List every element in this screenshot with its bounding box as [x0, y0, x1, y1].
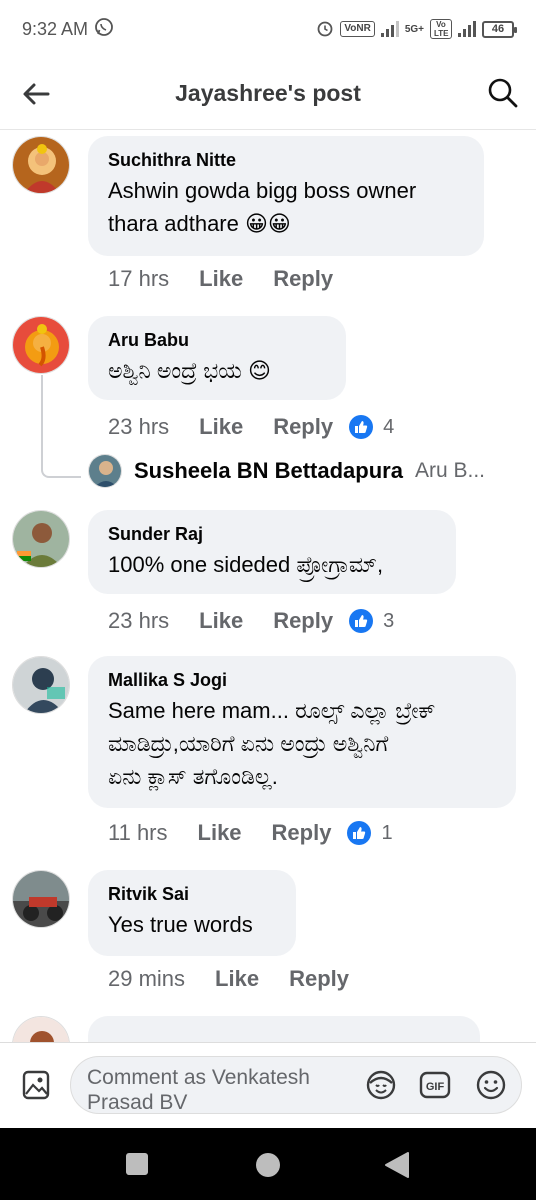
comment-bubble[interactable]: Mallika S Jogi Same here mam... ರೂಲ್ಸ್ ಎ… — [88, 656, 516, 808]
comment-actions: 29 mins Like Reply — [108, 966, 379, 992]
comment-bubble[interactable] — [88, 1016, 480, 1042]
comment-bubble[interactable]: Ritvik Sai Yes true words — [88, 870, 296, 956]
photo-icon — [22, 1070, 50, 1100]
emoji-button[interactable] — [473, 1067, 509, 1103]
like-button[interactable]: Like — [198, 820, 242, 846]
avatar-sticker-button[interactable] — [363, 1067, 399, 1103]
emoji-icon — [476, 1070, 506, 1100]
avatar-sticker-icon — [366, 1070, 396, 1100]
avatar[interactable] — [12, 1016, 70, 1042]
reaction-count: 1 — [381, 821, 393, 844]
avatar[interactable] — [12, 656, 70, 714]
status-time: 9:32 AM — [22, 18, 89, 39]
app-header: Jayashree's post — [0, 58, 536, 130]
page-title: Jayashree's post — [175, 80, 361, 106]
comment-time[interactable]: 23 hrs — [108, 608, 169, 634]
avatar[interactable] — [12, 316, 70, 374]
back-triangle-icon — [385, 1152, 409, 1178]
volte-badge: Vo LTE — [430, 19, 452, 39]
comment-text: Same here mam... ರೂಲ್ಸ್ ಎಲ್ಲಾ ಬ್ರೇಕ್ ಮಾಡ… — [108, 698, 436, 789]
comment-bubble[interactable]: Suchithra Nitte Ashwin gowda bigg boss o… — [88, 136, 484, 256]
recents-icon — [126, 1153, 148, 1175]
avatar[interactable] — [12, 136, 70, 194]
comment-actions: 17 hrs Like Reply — [108, 266, 363, 292]
reaction-summary[interactable]: 4 — [349, 415, 394, 439]
svg-text:GIF: GIF — [426, 1081, 445, 1093]
comment-time[interactable]: 11 hrs — [108, 820, 168, 846]
comment-actions: 23 hrs Like Reply 4 — [108, 414, 394, 440]
reply-button[interactable]: Reply — [273, 266, 333, 292]
like-button[interactable]: Like — [199, 608, 243, 634]
status-bar: 9:32 AM VoNR 5G+ Vo LTE 46 — [0, 0, 536, 58]
reply-author: Susheela BN Bettadapura — [134, 458, 403, 483]
thumbs-up-icon — [349, 609, 374, 633]
network-type: 5G+ — [404, 23, 424, 35]
comment-text: 100% one sideded ಪ್ರೋಗ್ರಾಮ್, — [108, 552, 384, 577]
reply-text: Aru B... — [414, 459, 485, 482]
system-nav-bar — [0, 1128, 536, 1200]
comments-list: Suchithra Nitte Ashwin gowda bigg boss o… — [0, 130, 536, 1042]
comment-input[interactable]: Comment as Venkatesh Prasad BV GIF — [70, 1056, 522, 1114]
battery-icon: 46 — [482, 20, 517, 38]
home-button[interactable] — [254, 1151, 282, 1179]
comment-time[interactable]: 29 mins — [108, 966, 185, 992]
comment-bubble[interactable]: Sunder Raj 100% one sideded ಪ್ರೋಗ್ರಾಮ್, — [88, 510, 456, 594]
reaction-summary[interactable]: 3 — [349, 609, 394, 633]
comment-text: ಅಶ್ವಿನಿ ಅಂದ್ರೆ ಭಯ 😊 — [108, 358, 271, 383]
recents-button[interactable] — [124, 1151, 150, 1177]
thread-connector — [41, 375, 81, 478]
comment-author[interactable]: Mallika S Jogi — [108, 668, 496, 692]
vonr-badge: VoNR — [340, 21, 375, 37]
reaction-summary[interactable]: 1 — [347, 821, 393, 845]
reaction-count: 4 — [383, 415, 395, 438]
comment-author[interactable]: Sunder Raj — [108, 522, 436, 546]
avatar — [88, 454, 122, 488]
comment-author[interactable]: Ritvik Sai — [108, 882, 276, 906]
signal-icon — [380, 21, 399, 37]
reply-button[interactable]: Reply — [273, 608, 333, 634]
avatar[interactable] — [12, 510, 70, 568]
gif-icon: GIF — [419, 1071, 451, 1099]
comment-bubble[interactable]: Aru Babu ಅಶ್ವಿನಿ ಅಂದ್ರೆ ಭಯ 😊 — [88, 316, 346, 400]
reply-button[interactable]: Reply — [289, 966, 349, 992]
comment-time[interactable]: 17 hrs — [108, 266, 169, 292]
comment-time[interactable]: 23 hrs — [108, 414, 169, 440]
alarm-icon — [316, 19, 334, 40]
back-arrow-icon — [23, 83, 50, 105]
comment-text: Yes true words — [108, 912, 253, 937]
like-button[interactable]: Like — [215, 966, 259, 992]
comment-placeholder: Comment as Venkatesh Prasad BV — [87, 1066, 310, 1113]
search-button[interactable] — [484, 74, 522, 112]
comment-actions: 23 hrs Like Reply 3 — [108, 608, 394, 634]
reply-button[interactable]: Reply — [272, 820, 332, 846]
signal-icon-2 — [458, 21, 476, 37]
reaction-count: 3 — [383, 609, 395, 632]
comment-composer: Comment as Venkatesh Prasad BV GIF — [0, 1042, 536, 1128]
back-nav-button[interactable] — [384, 1151, 410, 1179]
like-button[interactable]: Like — [199, 266, 243, 292]
comment-actions: 11 hrs Like Reply 1 — [108, 820, 393, 846]
battery-level: 46 — [491, 23, 505, 35]
reply-button[interactable]: Reply — [273, 414, 333, 440]
thumbs-up-icon — [347, 821, 372, 845]
gif-button[interactable]: GIF — [417, 1067, 453, 1103]
thumbs-up-icon — [349, 415, 374, 439]
photo-button[interactable] — [18, 1067, 54, 1103]
comment-author[interactable]: Aru Babu — [108, 328, 326, 352]
like-button[interactable]: Like — [199, 414, 243, 440]
whatsapp-icon — [94, 17, 114, 42]
comment-author[interactable]: Suchithra Nitte — [108, 148, 464, 172]
reply-preview[interactable]: Susheela BN Bettadapura Aru B... — [88, 454, 528, 488]
search-icon — [488, 78, 518, 108]
comment-text: Ashwin gowda bigg boss owner thara adtha… — [108, 178, 417, 236]
avatar[interactable] — [12, 870, 70, 928]
back-button[interactable] — [18, 76, 54, 112]
home-icon — [256, 1153, 280, 1177]
